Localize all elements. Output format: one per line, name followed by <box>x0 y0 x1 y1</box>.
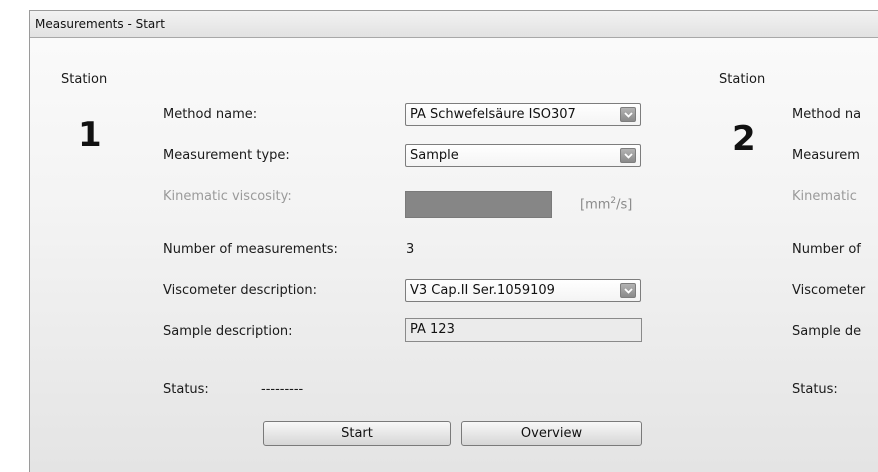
start-button[interactable]: Start <box>263 421 451 446</box>
station-2-method-name-label: Method na <box>792 107 862 122</box>
station-2-sample-label: Sample de <box>792 324 862 339</box>
station-2-kinematic-viscosity-label: Kinematic <box>792 189 857 204</box>
kinematic-viscosity-label: Kinematic viscosity: <box>163 189 292 204</box>
method-name-select[interactable]: PA Schwefelsäure ISO307 <box>405 103 641 126</box>
station-1-label: Station <box>61 72 108 87</box>
chevron-down-icon[interactable] <box>620 107 636 122</box>
num-measurements-value: 3 <box>406 242 415 257</box>
sample-description-input[interactable]: PA 123 <box>405 318 642 342</box>
num-measurements-label: Number of measurements: <box>163 242 338 257</box>
window-title: Measurements - Start <box>35 17 165 31</box>
status-label: Status: <box>163 382 209 397</box>
station-2-measurement-type-label: Measurem <box>792 148 860 163</box>
measurement-type-value: Sample <box>410 148 459 163</box>
station-1-number: 1 <box>78 115 102 155</box>
kinematic-viscosity-input <box>405 191 552 218</box>
station-2-num-measurements-label: Number of <box>792 242 861 257</box>
measurement-type-select[interactable]: Sample <box>405 144 641 167</box>
viscosity-unit: [mm2/s] <box>580 196 633 213</box>
station-2-label: Station <box>719 72 766 87</box>
viscometer-description-select[interactable]: V3 Cap.II Ser.1059109 <box>405 279 641 302</box>
sample-description-value: PA 123 <box>410 322 455 337</box>
sample-description-label: Sample description: <box>163 324 293 339</box>
method-name-label: Method name: <box>163 107 258 122</box>
method-name-value: PA Schwefelsäure ISO307 <box>410 107 576 122</box>
station-2-number: 2 <box>732 119 756 159</box>
measurements-start-window: Measurements - Start Station 1 Method na… <box>29 10 878 472</box>
viscometer-description-label: Viscometer description: <box>163 283 317 298</box>
overview-button[interactable]: Overview <box>461 421 642 446</box>
viscometer-description-value: V3 Cap.II Ser.1059109 <box>410 283 555 298</box>
measurement-type-label: Measurement type: <box>163 148 290 163</box>
chevron-down-icon[interactable] <box>620 148 636 163</box>
chevron-down-icon[interactable] <box>620 283 636 298</box>
station-2-status-label: Status: <box>792 382 838 397</box>
status-value: --------- <box>261 382 304 397</box>
window-titlebar: Measurements - Start <box>30 11 878 38</box>
station-2-viscometer-label: Viscometer <box>792 283 866 298</box>
